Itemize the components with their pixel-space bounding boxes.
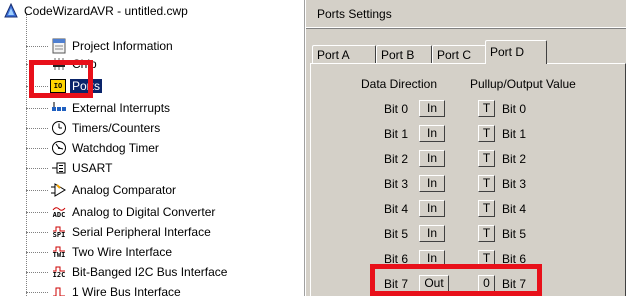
pullup-value-toggle-button[interactable]: 0 (478, 275, 495, 292)
i2c-icon-text: I2C (52, 270, 66, 279)
tree-item-label: Analog Comparator (72, 183, 177, 197)
pullup-value-toggle-button[interactable]: T (478, 225, 495, 242)
tree-item-label: Analog to Digital Converter (72, 205, 216, 219)
pullup-value-toggle-button[interactable]: T (478, 150, 495, 167)
tab-port-d[interactable]: Port D (485, 40, 547, 64)
tree-item-one-wire[interactable]: 1 Wire Bus Interface (26, 282, 181, 296)
direction-toggle-button[interactable]: In (419, 225, 445, 242)
adc-icon: ADC (50, 204, 68, 220)
bit-row-6: Bit 6 In T Bit 6 (306, 249, 626, 269)
tree-item-twi[interactable]: TWI Two Wire Interface (26, 242, 173, 262)
direction-toggle-button[interactable]: In (419, 175, 445, 192)
direction-toggle-button[interactable]: In (419, 200, 445, 217)
chip-icon (50, 56, 68, 72)
tree-item-external-interrupts[interactable]: External Interrupts (26, 98, 171, 118)
bit-row-5: Bit 5 In T Bit 5 (306, 224, 626, 244)
bit-label: Bit 2 (384, 152, 409, 166)
value-bit-label: Bit 7 (502, 277, 527, 291)
codewizard-app-icon (2, 3, 20, 19)
direction-toggle-button[interactable]: In (419, 150, 445, 167)
tree-item-analog-comparator[interactable]: Analog Comparator (26, 180, 177, 200)
value-bit-label: Bit 5 (502, 227, 527, 241)
tree-item-adc[interactable]: ADC Analog to Digital Converter (26, 202, 216, 222)
io-ports-icon: IO (50, 79, 66, 93)
io-ports-icon-text: IO (53, 81, 63, 90)
watchdog-clock-icon (50, 140, 68, 156)
value-bit-label: Bit 1 (502, 127, 527, 141)
value-bit-label: Bit 4 (502, 202, 527, 216)
tree-item-label: Project Information (72, 39, 173, 53)
value-bit-label: Bit 2 (502, 152, 527, 166)
tab-port-a[interactable]: Port A (312, 45, 376, 63)
tree-item-timers-counters[interactable]: Timers/Counters (26, 118, 161, 138)
tree-item-ports[interactable]: IO Ports (26, 76, 103, 96)
bit-row-7: Bit 7 Out 0 Bit 7 (306, 274, 626, 294)
usart-icon (50, 160, 68, 176)
value-bit-label: Bit 0 (502, 102, 527, 116)
bit-label: Bit 6 (384, 252, 409, 266)
tree-item-label: Chip (72, 57, 97, 71)
pullup-value-toggle-button[interactable]: T (478, 175, 495, 192)
bit-label: Bit 3 (384, 177, 409, 191)
tab-port-b[interactable]: Port B (376, 45, 432, 63)
bit-label: Bit 4 (384, 202, 409, 216)
bit-row-0: Bit 0 In T Bit 0 (306, 99, 626, 119)
bit-label: Bit 7 (384, 277, 409, 291)
tree-item-label: Serial Peripheral Interface (72, 225, 211, 239)
tree-root[interactable]: CodeWizardAVR - untitled.cwp (2, 1, 188, 21)
twi-icon: TWI (50, 244, 68, 260)
document-icon (50, 38, 68, 54)
tree-item-label: 1 Wire Bus Interface (72, 285, 181, 296)
pullup-value-toggle-button[interactable]: T (478, 125, 495, 142)
tree-root-label: CodeWizardAVR - untitled.cwp (24, 4, 188, 18)
tree-item-i2c[interactable]: I2C Bit-Banged I2C Bus Interface (26, 262, 228, 282)
spi-icon: SPI (50, 224, 68, 240)
tree-item-label: Two Wire Interface (72, 245, 173, 259)
tree-item-watchdog-timer[interactable]: Watchdog Timer (26, 138, 159, 158)
clock-icon (50, 120, 68, 136)
tree-item-spi[interactable]: SPI Serial Peripheral Interface (26, 222, 211, 242)
interrupt-icon (50, 100, 68, 116)
tab-port-c[interactable]: Port C (432, 45, 487, 63)
tree-item-usart[interactable]: USART (26, 158, 113, 178)
value-bit-label: Bit 6 (502, 252, 527, 266)
tree-item-label: Bit-Banged I2C Bus Interface (72, 265, 228, 279)
direction-toggle-button[interactable]: In (419, 125, 445, 142)
bit-row-1: Bit 1 In T Bit 1 (306, 124, 626, 144)
direction-toggle-button[interactable]: In (419, 100, 445, 117)
direction-toggle-button[interactable]: In (419, 250, 445, 267)
spi-icon-text: SPI (52, 230, 66, 239)
twi-icon-text: TWI (52, 250, 66, 259)
data-direction-header: Data Direction (361, 77, 438, 91)
bit-row-3: Bit 3 In T Bit 3 (306, 174, 626, 194)
bit-label: Bit 1 (384, 127, 409, 141)
bit-label: Bit 5 (384, 227, 409, 241)
adc-icon-text: ADC (52, 210, 66, 219)
bit-label: Bit 0 (384, 102, 409, 116)
i2c-icon: I2C (50, 264, 68, 280)
bit-row-2: Bit 2 In T Bit 2 (306, 149, 626, 169)
one-wire-icon (50, 284, 68, 296)
direction-toggle-button[interactable]: Out (419, 275, 449, 292)
panel-header: Ports Settings (306, 0, 626, 29)
tree-item-label: Ports (70, 79, 103, 93)
tree-item-label: USART (72, 161, 113, 175)
bit-row-4: Bit 4 In T Bit 4 (306, 199, 626, 219)
ports-settings-panel: Ports Settings Port A Port B Port C Port… (306, 0, 626, 296)
pullup-value-toggle-button[interactable]: T (478, 100, 495, 117)
value-bit-label: Bit 3 (502, 177, 527, 191)
tree-item-label: External Interrupts (72, 101, 171, 115)
tree-item-label: Watchdog Timer (72, 141, 159, 155)
pullup-value-toggle-button[interactable]: T (478, 250, 495, 267)
comparator-icon (50, 182, 68, 198)
project-tree: CodeWizardAVR - untitled.cwp Project Inf… (0, 0, 305, 296)
tree-item-project-information[interactable]: Project Information (26, 36, 173, 56)
pullup-value-toggle-button[interactable]: T (478, 200, 495, 217)
tree-item-label: Timers/Counters (72, 121, 161, 135)
panel-title: Ports Settings (317, 7, 392, 21)
tree-connector-line (26, 14, 27, 296)
pullup-output-header: Pullup/Output Value (470, 77, 576, 91)
tree-item-chip[interactable]: Chip (26, 54, 97, 74)
